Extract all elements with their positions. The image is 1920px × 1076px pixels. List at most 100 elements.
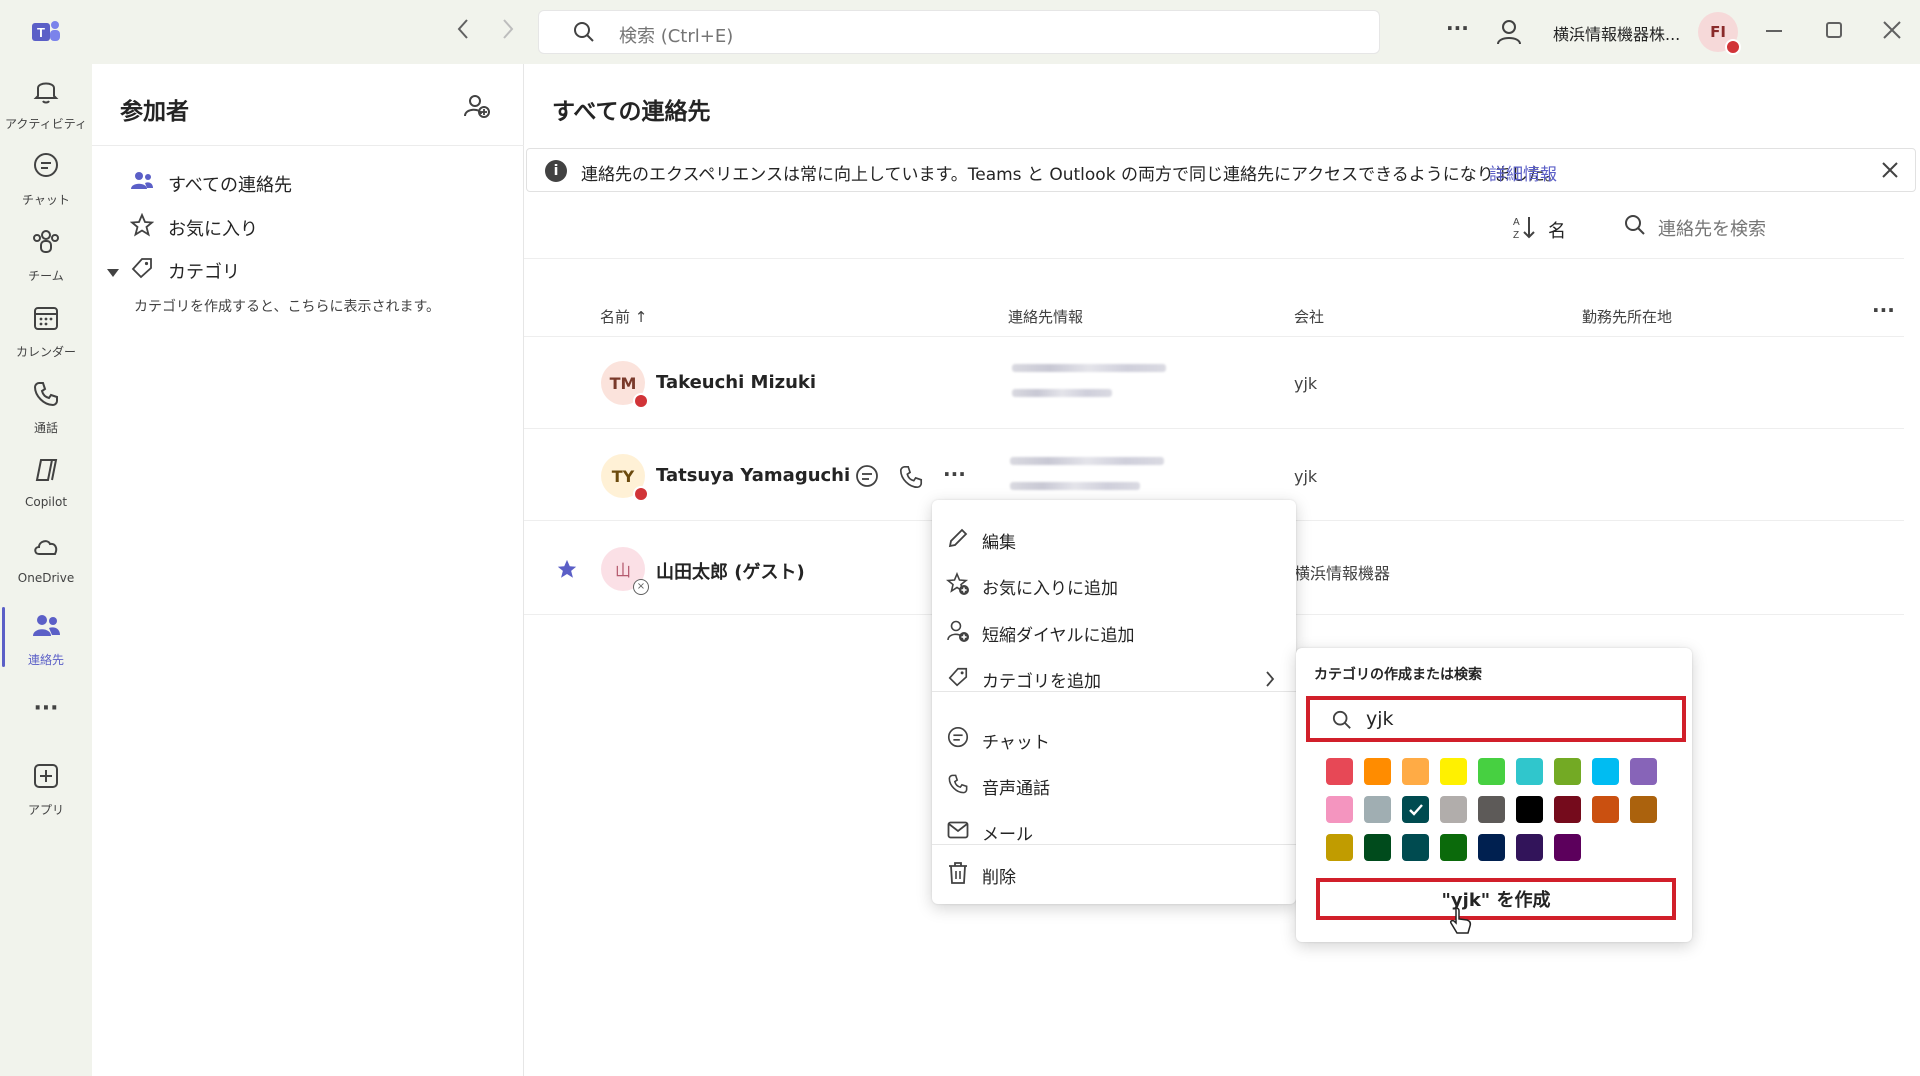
svg-text:Z: Z	[1513, 230, 1519, 240]
tag-icon	[946, 666, 970, 693]
rail-item-calls[interactable]: 通話	[0, 380, 92, 436]
color-swatch[interactable]	[1326, 834, 1353, 861]
color-swatch[interactable]	[1554, 796, 1581, 823]
menu-label: 短縮ダイヤルに追加	[982, 625, 1135, 646]
tag-icon	[130, 256, 154, 285]
avatar: TY	[601, 454, 649, 502]
guest-status-icon: ×	[633, 579, 649, 595]
color-swatch[interactable]	[1364, 834, 1391, 861]
rail-item-onedrive[interactable]: OneDrive	[0, 532, 92, 585]
favorite-star-icon[interactable]	[556, 558, 578, 585]
copilot-icon	[0, 456, 92, 491]
color-swatch[interactable]	[1516, 758, 1543, 785]
rail-item-chat[interactable]: チャット	[0, 152, 92, 208]
color-swatch[interactable]	[1630, 796, 1657, 823]
color-swatch[interactable]	[1364, 796, 1391, 823]
row-call-icon[interactable]	[898, 464, 924, 495]
menu-voice-call[interactable]: 音声通話	[946, 768, 1282, 804]
pencil-icon	[946, 527, 970, 554]
row-chat-icon[interactable]	[854, 464, 880, 495]
color-swatch[interactable]	[1592, 758, 1619, 785]
contact-name[interactable]: 山田太郎 (ゲスト)	[656, 558, 805, 584]
org-name[interactable]: 横浜情報機器株...	[1553, 21, 1680, 45]
people-icon	[130, 170, 154, 197]
color-swatch[interactable]	[1478, 834, 1505, 861]
nav-all-contacts[interactable]: すべての連絡先	[130, 170, 292, 197]
rail-item-contacts[interactable]: 連絡先	[0, 612, 92, 668]
back-arrow-icon[interactable]	[455, 17, 471, 47]
menu-delete[interactable]: 削除	[946, 857, 1282, 893]
chevron-down-icon[interactable]	[106, 264, 120, 284]
menu-label: チャット	[982, 732, 1050, 753]
menu-add-favorite[interactable]: お気に入りに追加	[945, 568, 1282, 604]
avatar: TM	[601, 361, 649, 409]
color-swatch[interactable]	[1440, 834, 1467, 861]
chat-icon	[0, 152, 92, 187]
rail-more-button[interactable]: ···	[0, 696, 92, 721]
forward-arrow-icon[interactable]	[500, 17, 516, 47]
close-window-icon[interactable]	[1882, 20, 1902, 45]
menu-edit[interactable]: 編集	[946, 522, 1282, 558]
bell-icon	[0, 76, 92, 111]
color-swatch[interactable]	[1478, 796, 1505, 823]
color-swatch[interactable]	[1326, 758, 1353, 785]
contact-name[interactable]: Tatsuya Yamaguchi	[656, 465, 850, 486]
color-swatch[interactable]	[1326, 796, 1353, 823]
menu-chat[interactable]: チャット	[946, 722, 1282, 758]
minimize-icon[interactable]	[1766, 30, 1782, 32]
color-swatch[interactable]	[1592, 796, 1619, 823]
color-swatch-selected[interactable]	[1402, 796, 1429, 823]
teams-logo: T	[28, 14, 64, 50]
color-swatch[interactable]	[1402, 834, 1429, 861]
color-swatch[interactable]	[1516, 834, 1543, 861]
color-swatch[interactable]	[1440, 758, 1467, 785]
contact-search[interactable]: 連絡先を検索	[1624, 214, 1766, 241]
color-swatch[interactable]	[1440, 796, 1467, 823]
create-category-button[interactable]: "yjk" を作成	[1316, 878, 1676, 920]
rail-item-calendar[interactable]: カレンダー	[0, 304, 92, 360]
color-swatch[interactable]	[1402, 758, 1429, 785]
user-avatar-initials: FI	[1710, 23, 1726, 41]
global-search-input[interactable]: 検索 (Ctrl+E)	[538, 10, 1380, 54]
color-swatch[interactable]	[1516, 796, 1543, 823]
color-swatch[interactable]	[1630, 758, 1657, 785]
rail-label: OneDrive	[17, 571, 75, 585]
banner-link[interactable]: 詳細情報	[1489, 160, 1557, 185]
user-avatar[interactable]: FI	[1698, 12, 1741, 55]
column-header-company: 会社	[1294, 308, 1325, 326]
menu-divider	[932, 844, 1296, 845]
person-settings-icon[interactable]	[1496, 18, 1522, 51]
rail-label: アクティビティ	[5, 117, 87, 131]
rail-item-copilot[interactable]: Copilot	[0, 456, 92, 509]
rail-item-activity[interactable]: アクティビティ	[0, 76, 92, 132]
menu-label: カテゴリを追加	[982, 671, 1101, 692]
category-search-input[interactable]: yjk	[1306, 696, 1686, 742]
contact-company: 横浜情報機器	[1294, 564, 1391, 583]
column-header-name[interactable]: 名前 ↑	[600, 306, 647, 327]
nav-categories[interactable]: カテゴリ	[130, 256, 240, 285]
menu-add-speed-dial[interactable]: 短縮ダイヤルに追加	[946, 615, 1282, 651]
rail-item-teams[interactable]: チーム	[0, 228, 92, 284]
color-swatch[interactable]	[1364, 758, 1391, 785]
category-hint: カテゴリを作成すると、こちらに表示されます。	[134, 299, 441, 315]
color-swatch[interactable]	[1554, 834, 1581, 861]
color-swatch[interactable]	[1554, 758, 1581, 785]
sort-icon: AZ	[1512, 214, 1536, 245]
avatar-initials: 山	[614, 561, 631, 580]
star-icon	[129, 212, 155, 242]
nav-favorites[interactable]: お気に入り	[129, 212, 258, 242]
color-swatch[interactable]	[1478, 758, 1505, 785]
restore-icon[interactable]	[1826, 22, 1842, 38]
sort-button[interactable]: AZ 名	[1512, 214, 1566, 245]
table-more-icon[interactable]: ···	[1872, 298, 1895, 322]
phone-icon	[946, 773, 970, 800]
contact-name[interactable]: Takeuchi Mizuki	[656, 372, 816, 393]
rail-item-apps[interactable]: アプリ	[0, 762, 92, 818]
redacted-phone	[1010, 482, 1140, 490]
chat-icon	[946, 726, 970, 755]
banner-close-icon[interactable]	[1881, 161, 1899, 184]
add-contact-icon[interactable]	[463, 92, 491, 125]
row-more-button[interactable]: ···	[943, 462, 966, 486]
menu-label: メール	[982, 824, 1033, 845]
more-options-button[interactable]: ···	[1446, 16, 1469, 40]
